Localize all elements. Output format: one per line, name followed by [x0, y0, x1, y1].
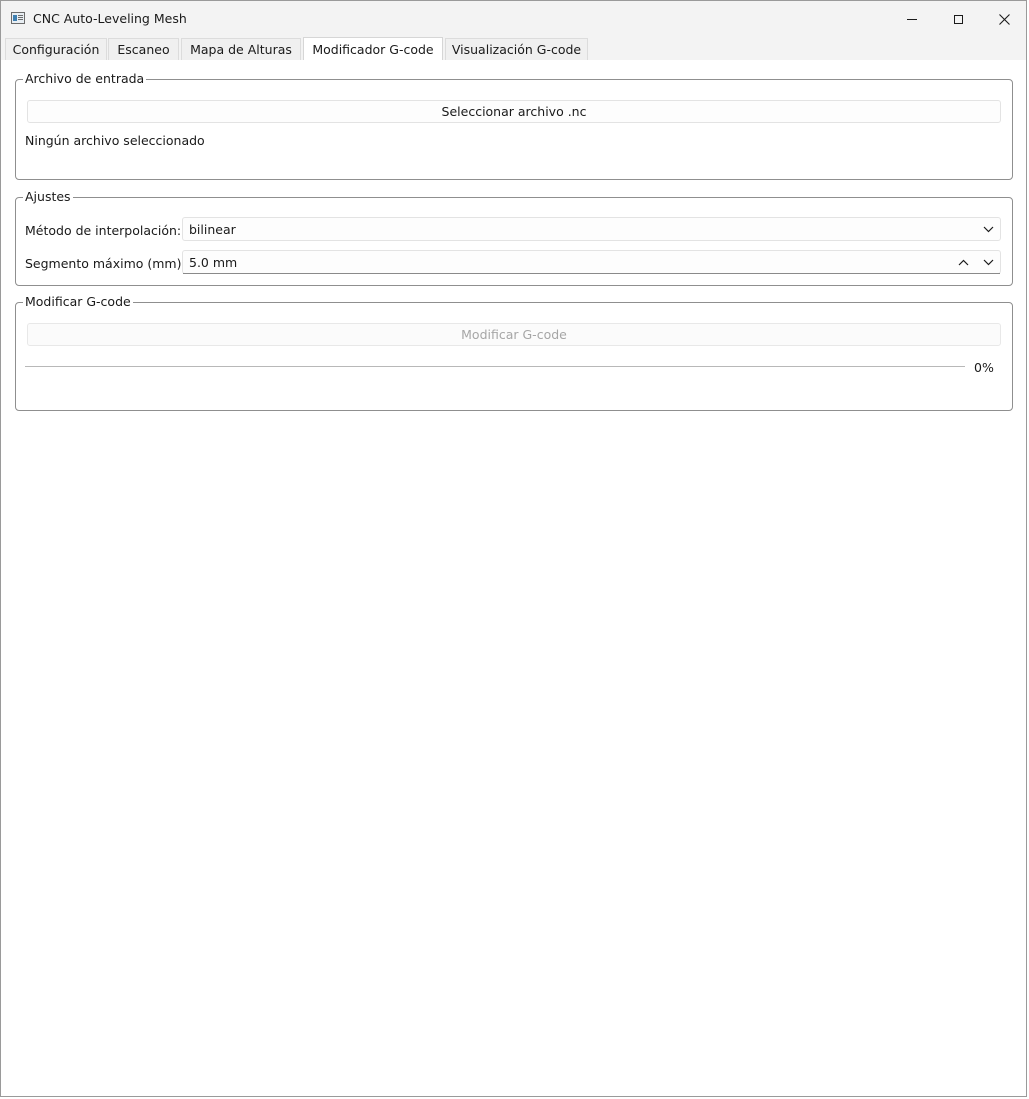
tab-bar: Configuración Escaneo Mapa de Alturas Mo… — [1, 37, 1026, 60]
tab-escaneo[interactable]: Escaneo — [108, 38, 179, 60]
spinbox-focus-line — [183, 273, 1000, 274]
interpolation-value: bilinear — [189, 222, 236, 237]
tab-configuracion[interactable]: Configuración — [5, 38, 107, 60]
spin-down-icon[interactable] — [982, 256, 994, 268]
input-file-group-title: Archivo de entrada — [23, 71, 147, 87]
segment-value: 5.0 mm — [189, 255, 238, 270]
progress-percent: 0% — [974, 360, 994, 375]
maximize-icon — [953, 14, 963, 24]
interpolation-label: Método de interpolación: — [25, 223, 182, 238]
modify-gcode-group-title: Modificar G-code — [23, 294, 133, 310]
modify-gcode-group: Modificar G-code Modificar G-code 0% — [15, 294, 1013, 411]
selected-file-status: Ningún archivo seleccionado — [25, 133, 205, 148]
tab-visualizacion-gcode[interactable]: Visualización G-code — [445, 38, 588, 60]
tab-mapa-de-alturas[interactable]: Mapa de Alturas — [181, 38, 301, 60]
close-button[interactable] — [981, 1, 1027, 37]
window-title: CNC Auto-Leveling Mesh — [33, 11, 187, 26]
tab-modificador-gcode[interactable]: Modificador G-code — [303, 37, 443, 60]
minimize-icon — [907, 18, 917, 20]
interpolation-select[interactable]: bilinear — [182, 217, 1001, 241]
tab-content-panel: Archivo de entrada Seleccionar archivo .… — [1, 60, 1026, 1096]
app-icon — [11, 12, 25, 24]
progress-bar — [25, 366, 965, 367]
minimize-button[interactable] — [889, 1, 935, 37]
input-file-group: Archivo de entrada Seleccionar archivo .… — [15, 71, 1013, 180]
title-bar: CNC Auto-Leveling Mesh — [1, 1, 1026, 37]
segment-label: Segmento máximo (mm): — [25, 256, 186, 271]
settings-group-title: Ajustes — [23, 189, 73, 205]
select-file-button[interactable]: Seleccionar archivo .nc — [27, 100, 1001, 123]
modify-gcode-button[interactable]: Modificar G-code — [27, 323, 1001, 346]
close-icon — [998, 13, 1010, 25]
chevron-down-icon — [982, 223, 994, 235]
settings-group: Ajustes Método de interpolación: bilinea… — [15, 189, 1013, 286]
segment-spinbox[interactable]: 5.0 mm — [182, 250, 1001, 274]
app-window: CNC Auto-Leveling Mesh Configuración Esc… — [0, 0, 1027, 1097]
maximize-button[interactable] — [935, 1, 981, 37]
spin-up-icon[interactable] — [957, 256, 969, 268]
